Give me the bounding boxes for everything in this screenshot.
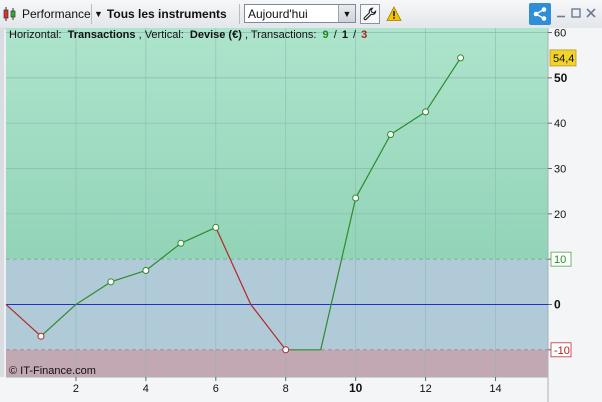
triangle-down-icon: ▼: [94, 9, 103, 19]
zone-gain: [6, 28, 548, 260]
x-tick-label: 6: [213, 383, 219, 395]
vertical-value: Devise (€): [190, 29, 242, 41]
warning-icon: [386, 6, 402, 21]
transactions-slash: /: [334, 29, 338, 41]
watermark: © IT-Finance.com: [9, 365, 96, 377]
wrench-icon: [363, 7, 377, 21]
transactions-count-red: 3: [361, 29, 367, 41]
toolbar-separator: [239, 4, 240, 24]
performance-button[interactable]: Performance: [2, 3, 91, 25]
y-tick-label: 0: [554, 297, 561, 311]
data-point[interactable]: [282, 346, 290, 354]
data-point[interactable]: [212, 223, 220, 231]
x-tick-label: 10: [349, 381, 363, 395]
data-point[interactable]: [387, 131, 395, 139]
y-tick-label: 50: [554, 71, 568, 85]
close-icon: [586, 8, 596, 18]
y-tick-label: 40: [554, 118, 566, 130]
x-axis-area: [0, 377, 602, 402]
period-select[interactable]: Aujourd'hui ▼: [244, 4, 356, 23]
x-tick-label: 2: [73, 383, 79, 395]
performance-chart[interactable]: 60 50 40 30 20 10 0 -10 54,4 2 4 6 8 10 12 14 Horizont…: [0, 28, 602, 402]
instruments-label: Tous les instruments: [106, 7, 227, 21]
horizontal-value: Transactions: [68, 29, 136, 41]
warning-button[interactable]: [384, 4, 404, 24]
candlestick-icon: [3, 7, 16, 21]
data-point[interactable]: [142, 266, 150, 274]
data-point[interactable]: [177, 239, 185, 247]
toolbar: Performance ▼ Tous les instruments Aujou…: [0, 0, 602, 29]
y-tick-label: 20: [554, 209, 566, 221]
maximize-button[interactable]: [568, 5, 584, 21]
y-tick-label: -10: [554, 345, 570, 357]
y-tick-label: 10: [554, 254, 566, 266]
x-tick-label: 12: [419, 383, 431, 395]
transactions-slash: /: [353, 29, 357, 41]
x-tick-label: 8: [283, 383, 289, 395]
performance-label: Performance: [22, 7, 91, 21]
share-button[interactable]: [529, 3, 551, 25]
instruments-dropdown[interactable]: ▼ Tous les instruments: [94, 3, 227, 25]
x-tick-label: 4: [143, 383, 149, 395]
y-tick-label: 30: [554, 164, 566, 176]
transactions-count-green: 9: [323, 29, 329, 41]
share-icon: [533, 7, 547, 21]
last-value-label: 54,4: [553, 53, 574, 65]
minimize-icon: [557, 15, 565, 18]
period-value: Aujourd'hui: [248, 7, 308, 21]
data-point[interactable]: [37, 332, 45, 340]
data-point[interactable]: [457, 54, 465, 62]
data-point[interactable]: [107, 278, 115, 286]
settings-button[interactable]: [360, 4, 380, 24]
y-tick-label: 60: [554, 28, 566, 40]
vertical-label: Vertical:: [145, 29, 184, 41]
close-button[interactable]: [583, 5, 599, 21]
chevron-down-icon[interactable]: ▼: [338, 5, 355, 22]
data-point[interactable]: [422, 108, 430, 116]
horizontal-label: Horizontal:: [9, 29, 62, 41]
transactions-count-black: 1: [342, 29, 348, 41]
maximize-icon: [571, 8, 581, 18]
minimize-button[interactable]: [553, 5, 569, 21]
x-tick-label: 14: [489, 383, 501, 395]
transactions-label: Transactions:: [251, 29, 317, 41]
toolbar-separator: [91, 4, 92, 24]
data-point[interactable]: [352, 194, 360, 202]
